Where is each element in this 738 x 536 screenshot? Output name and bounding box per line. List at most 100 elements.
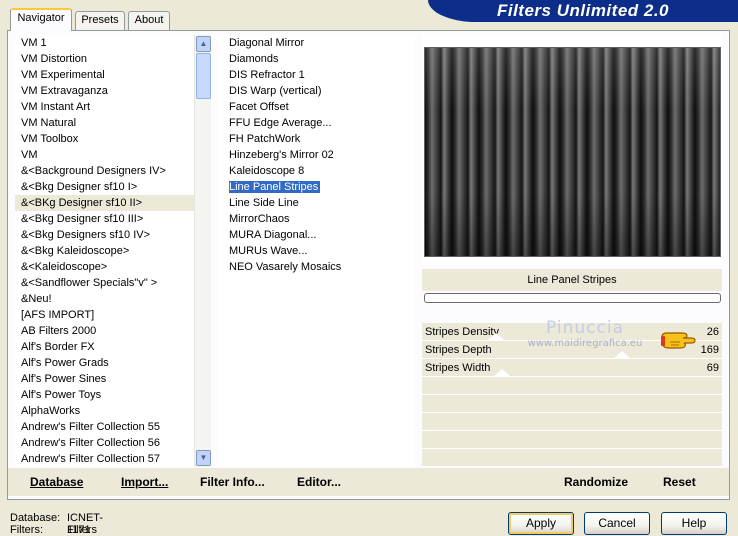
bottom-toolbar: Database Import... Filter Info... Editor…	[8, 468, 729, 496]
category-item[interactable]: &<Bkg Designer sf10 III>	[15, 211, 211, 227]
filter-item-label: Kaleidoscope 8	[229, 165, 305, 177]
tab-about[interactable]: About	[128, 11, 170, 30]
editor-button[interactable]: Editor...	[297, 474, 341, 490]
tab-presets[interactable]: Presets	[75, 11, 125, 30]
database-button-label: Database	[30, 475, 84, 489]
category-item[interactable]: VM	[15, 147, 211, 163]
category-item[interactable]: AlphaWorks	[15, 403, 211, 419]
progress-bar	[424, 293, 721, 303]
filter-item-label: Hinzeberg's Mirror 02	[229, 149, 334, 161]
reset-button[interactable]: Reset	[663, 474, 696, 490]
category-item[interactable]: &<Sandflower Specials"v" >	[15, 275, 211, 291]
category-item[interactable]: &<Bkg Designer sf10 I>	[15, 179, 211, 195]
help-button[interactable]: Help	[661, 512, 727, 535]
category-item[interactable]: VM Natural	[15, 115, 211, 131]
import-button[interactable]: Import...	[121, 474, 168, 490]
category-item[interactable]: Alf's Power Sines	[15, 371, 211, 387]
param-row-empty	[422, 413, 722, 431]
param-row-empty	[422, 377, 722, 395]
category-item[interactable]: &<Background Designers IV>	[15, 163, 211, 179]
filter-item[interactable]: Facet Offset	[217, 99, 415, 115]
filter-item[interactable]: Line Panel Stripes	[217, 179, 415, 195]
filter-list[interactable]: Diagonal Mirror Diamonds DIS Refractor 1 DI…	[217, 35, 415, 467]
category-item[interactable]: AB Filters 2000	[15, 323, 211, 339]
category-item[interactable]: Alf's Power Toys	[15, 387, 211, 403]
cancel-button[interactable]: Cancel	[584, 512, 650, 535]
filter-item[interactable]: Diamonds	[217, 51, 415, 67]
filter-item[interactable]: Hinzeberg's Mirror 02	[217, 147, 415, 163]
category-scrollbar[interactable]: ▲ ▼	[194, 35, 211, 467]
filter-item-label: Diamonds	[229, 53, 279, 65]
category-item[interactable]: VM Toolbox	[15, 131, 211, 147]
category-item[interactable]: &<Bkg Kaleidoscope>	[15, 243, 211, 259]
pointing-hand-icon	[661, 332, 696, 349]
param-label: Stripes Depth	[425, 344, 492, 356]
filters-label: Filters:	[10, 524, 43, 536]
filter-item[interactable]: Kaleidoscope 8	[217, 163, 415, 179]
category-items: VM 1 VM Distortion VM Experimental VM Extra…	[15, 35, 211, 467]
filter-item-label: DIS Refractor 1	[229, 69, 305, 81]
filter-item[interactable]: DIS Refractor 1	[217, 67, 415, 83]
category-item[interactable]: &<BKg Designer sf10 II>	[15, 195, 211, 211]
category-list[interactable]: VM 1 VM Distortion VM Experimental VM Extra…	[15, 35, 211, 467]
filters-count: 1171	[67, 524, 91, 536]
filter-info-button[interactable]: Filter Info...	[200, 474, 265, 490]
filter-item-label: Line Panel Stripes	[229, 181, 321, 193]
category-item[interactable]: &<Bkg Designers sf10 IV>	[15, 227, 211, 243]
param-value[interactable]: 169	[701, 341, 719, 359]
filter-item[interactable]: MURA Diagonal...	[217, 227, 415, 243]
category-item[interactable]: Alf's Border FX	[15, 339, 211, 355]
database-label: Database:	[10, 512, 61, 524]
slider-notch	[494, 369, 510, 376]
param-label: Stripes Width	[425, 362, 491, 374]
category-item[interactable]: VM Instant Art	[15, 99, 211, 115]
filter-item-label: FFU Edge Average...	[229, 117, 332, 129]
category-item[interactable]: VM Experimental	[15, 67, 211, 83]
filter-item[interactable]: MURUs Wave...	[217, 243, 415, 259]
category-item[interactable]: &Neu!	[15, 291, 211, 307]
slider-notch	[614, 351, 630, 358]
category-item[interactable]: [AFS IMPORT]	[15, 307, 211, 323]
filter-item[interactable]: DIS Warp (vertical)	[217, 83, 415, 99]
filter-name-label: Line Panel Stripes	[422, 269, 722, 291]
filter-item-label: Diagonal Mirror	[229, 37, 305, 49]
filter-item[interactable]: Diagonal Mirror	[217, 35, 415, 51]
apply-button[interactable]: Apply	[508, 512, 574, 535]
category-item[interactable]: VM Extravaganza	[15, 83, 211, 99]
param-row-width[interactable]: Stripes Width 69	[422, 359, 722, 377]
filter-item-label: Facet Offset	[229, 101, 289, 113]
filter-item[interactable]: FFU Edge Average...	[217, 115, 415, 131]
scrollbar-thumb[interactable]	[196, 53, 211, 99]
import-button-label: Import...	[121, 475, 169, 489]
category-item[interactable]: Andrew's Filter Collection 55	[15, 419, 211, 435]
filter-item-label: MirrorChaos	[229, 213, 290, 225]
randomize-button[interactable]: Randomize	[564, 474, 628, 490]
scroll-up-arrow-icon[interactable]: ▲	[196, 36, 211, 52]
filter-item[interactable]: MirrorChaos	[217, 211, 415, 227]
filter-item[interactable]: NEO Vasarely Mosaics	[217, 259, 415, 275]
category-item[interactable]: Andrew's Filter Collection 56	[15, 435, 211, 451]
filter-item-label: Line Side Line	[229, 197, 299, 209]
category-item[interactable]: Andrew's Filter Collection 57	[15, 451, 211, 467]
filter-item[interactable]: Line Side Line	[217, 195, 415, 211]
filter-item-label: NEO Vasarely Mosaics	[229, 261, 342, 273]
preview-image	[424, 47, 721, 257]
category-item[interactable]: Alf's Power Grads	[15, 355, 211, 371]
param-value[interactable]: 26	[707, 323, 719, 341]
category-item[interactable]: VM 1	[15, 35, 211, 51]
category-item[interactable]: VM Distortion	[15, 51, 211, 67]
slider-notch	[488, 333, 504, 340]
param-row-empty	[422, 395, 722, 413]
filter-item-label: FH PatchWork	[229, 133, 301, 145]
category-item[interactable]: &<Kaleidoscope>	[15, 259, 211, 275]
tab-navigator[interactable]: Navigator	[10, 8, 72, 31]
brand-banner: Filters Unlimited 2.0	[428, 0, 738, 22]
filter-item-label: MURUs Wave...	[229, 245, 308, 257]
filter-item-label: MURA Diagonal...	[229, 229, 317, 241]
filter-item[interactable]: FH PatchWork	[217, 131, 415, 147]
database-button[interactable]: Database	[30, 474, 83, 490]
param-row-empty	[422, 431, 722, 449]
scroll-down-arrow-icon[interactable]: ▼	[196, 450, 211, 466]
filter-item-label: DIS Warp (vertical)	[229, 85, 322, 97]
param-value[interactable]: 69	[707, 359, 719, 377]
